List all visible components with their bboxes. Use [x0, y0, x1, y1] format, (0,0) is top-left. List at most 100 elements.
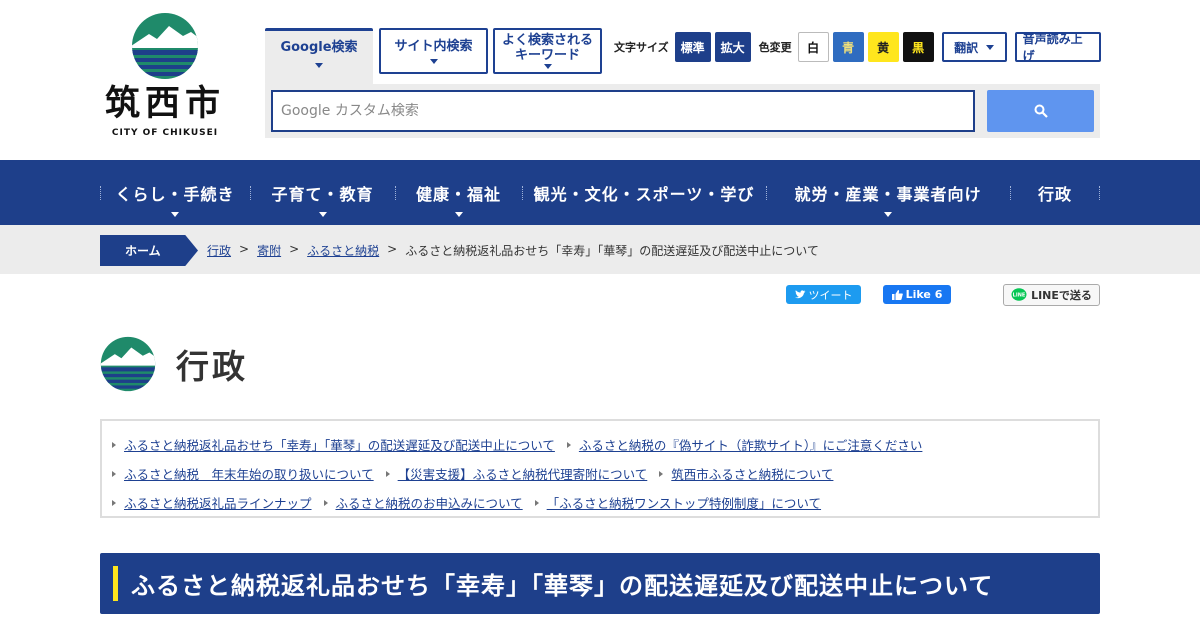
city-name-english: CITY OF CHIKUSEI [111, 128, 219, 138]
related-link-text: 筑西市ふるさと納税について [671, 467, 834, 482]
read-aloud-button[interactable]: 音声読み上げ [1014, 32, 1101, 63]
font-size-label: 文字サイズ [614, 41, 669, 54]
tab-google-search-label: Google検索 [280, 40, 358, 55]
title-accent-bar [113, 566, 118, 601]
search-tabs: Google検索 サイト内検索 よく検索される キーワード [265, 28, 602, 85]
related-link[interactable]: ふるさと納税のお申込みについて [323, 493, 523, 512]
city-emblem-icon [132, 13, 198, 79]
tweet-label: ツイート [808, 288, 853, 302]
related-link[interactable]: ふるさと納税返礼品ラインナップ [112, 493, 312, 512]
breadcrumb-current: ふるさと納税返礼品おせち「幸寿」「華琴」の配送遅延及び配送中止について [405, 244, 819, 258]
related-link[interactable]: 「ふるさと納税ワンストップ特例制度」について [534, 493, 822, 512]
nav-item-health[interactable]: 健康・福祉 [395, 160, 522, 225]
nav-item-childcare[interactable]: 子育て・教育 [250, 160, 395, 225]
page-title-banner: ふるさと納税返礼品おせち「幸寿」「華琴」の配送遅延及び配送中止について [100, 553, 1100, 614]
chevron-down-icon [884, 212, 892, 217]
breadcrumb: ホーム 行政 > 寄附 > ふるさと納税 > ふるさと納税返礼品おせち「幸寿」「… [0, 225, 1200, 274]
tab-popular-keywords-label: よく検索される キーワード [501, 33, 593, 63]
chevron-down-icon [315, 63, 323, 68]
twitter-bird-icon [794, 290, 805, 299]
related-link-text: 「ふるさと納税ワンストップ特例制度」について [546, 496, 822, 511]
breadcrumb-home[interactable]: ホーム [100, 235, 198, 266]
nav-item-living[interactable]: くらし・手続き [100, 160, 250, 225]
chevron-down-icon [986, 44, 995, 50]
related-link-text: ふるさと納税返礼品おせち「幸寿」「華琴」の配送遅延及び配送中止について [124, 438, 555, 453]
line-share-label: LINEで送る [1031, 289, 1092, 302]
breadcrumb-separator: > [387, 242, 398, 256]
line-share-button[interactable]: LINE LINEで送る [1003, 284, 1100, 306]
chevron-down-icon [429, 58, 438, 64]
translate-label: 翻訳 [954, 40, 979, 55]
nav-item-label: 子育て・教育 [271, 184, 374, 204]
color-blue-button[interactable]: 青 [832, 32, 864, 62]
related-link-text: ふるさと納税返礼品ラインナップ [124, 496, 312, 511]
color-black-button[interactable]: 黒 [902, 32, 934, 62]
related-link[interactable]: ふるさと納税の『偽サイト（詐欺サイト）』にご注意ください [566, 435, 923, 454]
facebook-like-button[interactable]: Like 6 [883, 285, 951, 304]
related-links-row: ふるさと納税返礼品おせち「幸寿」「華琴」の配送遅延及び配送中止について ふるさと… [112, 430, 1098, 459]
nav-item-label: 行政 [1037, 184, 1072, 204]
related-link[interactable]: 【災害支援】ふるさと納税代理寄附について [385, 464, 648, 483]
search-icon [1034, 104, 1048, 118]
color-yellow-button[interactable]: 黄 [867, 32, 899, 62]
breadcrumb-separator: > [289, 242, 300, 256]
nav-item-label: 就労・産業・事業者向け [794, 184, 982, 204]
related-link[interactable]: 筑西市ふるさと納税について [659, 464, 833, 483]
related-links: ふるさと納税返礼品おせち「幸寿」「華琴」の配送遅延及び配送中止について ふるさと… [100, 419, 1100, 518]
font-size-standard-button[interactable]: 標準 [674, 32, 711, 62]
global-nav: くらし・手続き 子育て・教育 健康・福祉 観光・文化・スポーツ・学び 就労・産業… [0, 160, 1200, 225]
chevron-down-icon [454, 212, 463, 217]
nav-item-label: 健康・福祉 [415, 184, 501, 204]
color-white-button[interactable]: 白 [797, 32, 829, 62]
arrow-right-icon [112, 499, 116, 506]
search-button[interactable] [987, 90, 1094, 132]
chevron-down-icon [543, 64, 552, 69]
breadcrumb-item[interactable]: ふるさと納税 [307, 242, 379, 259]
search-input[interactable] [271, 90, 975, 132]
translate-button[interactable]: 翻訳 [941, 32, 1007, 62]
tab-site-search-label: サイト内検索 [394, 38, 473, 54]
like-label: Like 6 [905, 288, 943, 301]
nav-item-administration[interactable]: 行政 [1010, 160, 1100, 225]
thumbs-up-icon [891, 289, 903, 300]
related-link-text: ふるさと納税の『偽サイト（詐欺サイト）』にご注意ください [578, 438, 923, 453]
arrow-right-icon [112, 441, 116, 448]
nav-item-label: 観光・文化・スポーツ・学び [533, 184, 755, 204]
city-name: 筑西市 [104, 84, 225, 124]
tab-popular-keywords[interactable]: よく検索される キーワード [493, 28, 602, 74]
tweet-button[interactable]: ツイート [786, 285, 861, 304]
related-link-text: ふるさと納税 年末年始の取り扱いについて [124, 467, 374, 482]
related-link[interactable]: ふるさと納税 年末年始の取り扱いについて [112, 464, 374, 483]
related-link-text: ふるさと納税のお申込みについて [335, 496, 523, 511]
site-logo[interactable]: 筑西市 CITY OF CHIKUSEI [100, 12, 230, 144]
nav-item-label: くらし・手続き [115, 184, 235, 204]
related-links-row: ふるさと納税返礼品ラインナップ ふるさと納税のお申込みについて 「ふるさと納税ワ… [112, 488, 1098, 517]
arrow-right-icon [112, 470, 116, 477]
related-link-text: 【災害支援】ふるさと納税代理寄附について [397, 467, 648, 482]
search-area [265, 84, 1100, 138]
chevron-down-icon [318, 212, 327, 217]
breadcrumb-separator: > [239, 242, 250, 256]
related-links-row: ふるさと納税 年末年始の取り扱いについて 【災害支援】ふるさと納税代理寄附につい… [112, 459, 1098, 488]
chevron-down-icon [171, 212, 179, 217]
line-logo-icon: LINE [1011, 288, 1027, 301]
nav-item-business[interactable]: 就労・産業・事業者向け [766, 160, 1010, 225]
nav-item-tourism[interactable]: 観光・文化・スポーツ・学び [522, 160, 766, 225]
font-size-large-button[interactable]: 拡大 [714, 32, 751, 62]
arrow-right-icon [534, 499, 539, 506]
breadcrumb-item[interactable]: 寄附 [257, 242, 281, 259]
color-change-label: 色変更 [758, 41, 792, 54]
arrow-right-icon [323, 499, 328, 506]
arrow-right-icon [385, 470, 390, 477]
city-emblem-icon [100, 336, 156, 392]
breadcrumb-item[interactable]: 行政 [207, 242, 231, 259]
tab-google-search[interactable]: Google検索 [265, 28, 373, 85]
section-title: 行政 [176, 347, 248, 386]
page-title: ふるさと納税返礼品おせち「幸寿」「華琴」の配送遅延及び配送中止について [131, 572, 994, 600]
svg-text:LINE: LINE [1013, 293, 1026, 299]
related-link[interactable]: ふるさと納税返礼品おせち「幸寿」「華琴」の配送遅延及び配送中止について [112, 435, 555, 454]
tab-site-search[interactable]: サイト内検索 [379, 28, 488, 74]
accessibility-tools: 文字サイズ 標準 拡大 色変更 白 青 黄 黒 翻訳 音声読み上げ [614, 32, 1101, 63]
arrow-right-icon [659, 470, 664, 477]
section-heading: 行政 [100, 336, 248, 392]
